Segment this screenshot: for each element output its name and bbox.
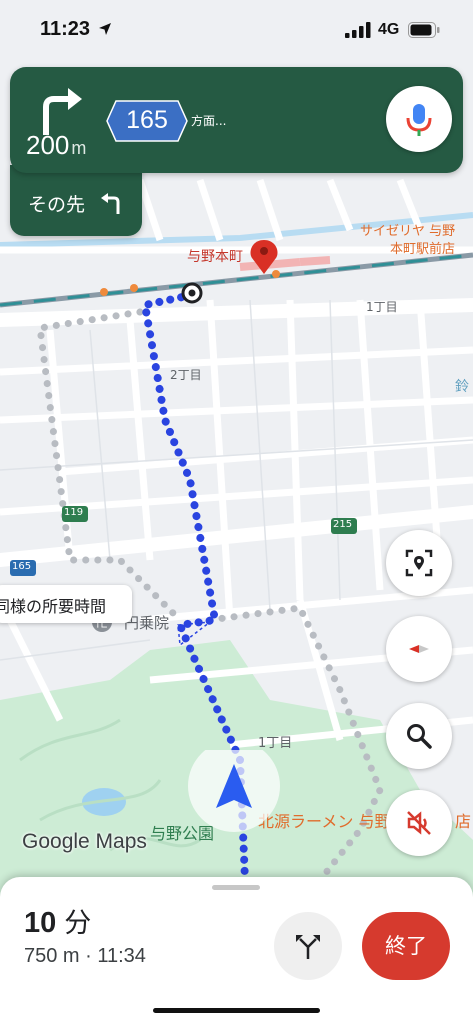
same-time-label: 同様の所要時間 [0,597,107,616]
then-label: その先 [28,194,86,216]
sound-off-icon [407,811,431,835]
eta-duration: 10 分 [24,901,91,940]
map-label-restaurant-2: 本町駅前店 [390,242,456,257]
status-bar: 11:23 4G [0,0,473,62]
alternate-routes-button[interactable] [274,912,342,980]
report-location-button[interactable] [386,530,452,596]
eta-value: 10 [24,907,57,939]
route-number: 165 [126,106,168,134]
microphone-icon [406,104,432,136]
end-navigation-button[interactable]: 終了 [362,912,450,980]
map-label-ramen-suffix: 店 [455,812,472,831]
same-time-bubble[interactable]: 同様の所要時間 [0,585,132,623]
turn-right-icon [43,88,82,135]
distance-unit: m [71,138,87,158]
compass-button[interactable] [386,616,452,682]
home-indicator[interactable] [153,1008,320,1013]
route-shield: 165 [106,100,188,142]
distance-to-turn: 200 m [26,130,86,161]
map-label-chome-2: 2丁目 [170,368,202,382]
alternate-routes-icon [296,935,320,959]
compass-icon [409,645,429,653]
location-arrow-icon [99,23,111,35]
sound-toggle-button[interactable] [386,790,452,856]
eta-unit: 分 [64,908,92,938]
google-maps-attribution: Google Maps [22,830,147,853]
voice-search-button[interactable] [386,86,452,152]
map-label-chome-1-bottom: 1丁目 [258,736,293,751]
search-icon [407,724,432,749]
battery-icon [408,22,440,38]
distance-value: 200 [26,130,70,160]
signal-icon [345,22,371,38]
trip-summary-sheet[interactable]: 10 分 750 m · 11:34 終了 [0,877,473,1024]
map-label-station: 与野本町 [187,249,243,265]
turn-left-icon [101,193,120,214]
report-location-icon [405,549,433,577]
road-label-119: 119 [64,507,84,518]
status-time: 11:23 [40,18,91,40]
network-type: 4G [378,21,400,38]
navigation-arrow-icon [188,740,280,832]
sheet-drag-handle[interactable] [212,885,260,890]
search-button[interactable] [386,703,452,769]
current-position-marker [186,740,282,846]
road-label-215: 215 [333,519,353,530]
trip-detail: 750 m · 11:34 [24,945,146,967]
map-label-restaurant: サイゼリヤ 与野 [360,224,456,239]
direction-text: 方面... [191,114,227,128]
map-label-chome-1-top: 1丁目 [366,300,398,314]
road-label-165: 165 [12,561,32,572]
map-label-partial: 鈴 [455,379,469,395]
